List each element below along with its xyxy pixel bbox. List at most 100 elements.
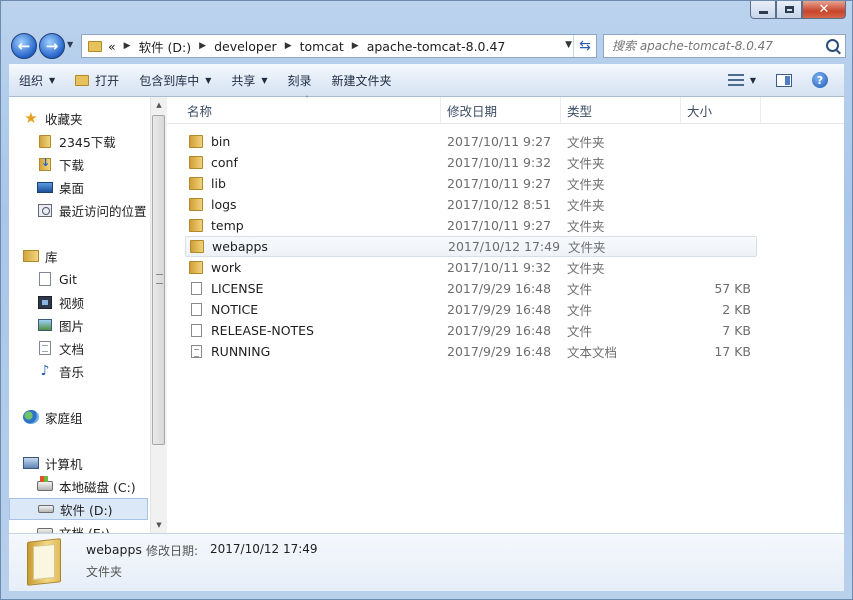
scroll-down-icon[interactable]: ▼ bbox=[151, 517, 167, 533]
new-folder-button[interactable]: 新建文件夹 bbox=[322, 68, 402, 92]
sidebar-item-git[interactable]: Git bbox=[37, 268, 149, 290]
minimize-button[interactable] bbox=[750, 1, 776, 19]
table-row[interactable]: work 2017/10/11 9:32 文件夹 bbox=[185, 257, 757, 278]
sidebar-item-pictures[interactable]: 图片 bbox=[37, 314, 149, 336]
sidebar-item-label: 库 bbox=[45, 249, 58, 265]
sidebar-item-libraries[interactable]: 库 bbox=[23, 245, 149, 267]
recent-pages-dropdown[interactable]: ▼ bbox=[67, 40, 73, 49]
sidebar-item-documents[interactable]: 文档 bbox=[37, 337, 149, 359]
table-row[interactable]: bin 2017/10/11 9:27 文件夹 bbox=[185, 131, 757, 152]
sidebar-item-downloads[interactable]: 下载 bbox=[37, 153, 149, 175]
file-name: webapps bbox=[212, 239, 268, 254]
burn-button[interactable]: 刻录 bbox=[278, 68, 322, 92]
scrollbar-thumb[interactable] bbox=[152, 115, 165, 445]
sidebar-item-favorites[interactable]: ★ 收藏夹 bbox=[23, 107, 149, 129]
sidebar-item-desktop[interactable]: 桌面 bbox=[37, 176, 149, 198]
share-button[interactable]: 共享 ▼ bbox=[221, 68, 277, 92]
preview-pane-icon bbox=[776, 73, 792, 87]
details-item-name: webapps bbox=[86, 542, 142, 557]
preview-pane-button[interactable] bbox=[766, 68, 802, 92]
sidebar-item-videos[interactable]: 视频 bbox=[37, 291, 149, 313]
sidebar-item-music[interactable]: ♪ 音乐 bbox=[37, 360, 149, 382]
folder-icon bbox=[189, 156, 203, 169]
file-modified: 2017/9/29 16:48 bbox=[447, 323, 552, 338]
music-icon: ♪ bbox=[40, 363, 50, 379]
picture-icon bbox=[37, 318, 53, 332]
computer-icon bbox=[23, 456, 39, 470]
table-row[interactable]: lib 2017/10/11 9:27 文件夹 bbox=[185, 173, 757, 194]
sidebar-item-label: 计算机 bbox=[45, 456, 83, 472]
close-button[interactable]: ✕ bbox=[802, 1, 846, 19]
breadcrumb-separator-icon[interactable]: ▶ bbox=[285, 41, 292, 51]
file-name: conf bbox=[211, 155, 238, 170]
include-in-library-button[interactable]: 包含到库中 ▼ bbox=[129, 68, 221, 92]
search-icon[interactable] bbox=[826, 39, 839, 52]
sidebar-item-drive-e[interactable]: 文档 (E:) bbox=[37, 521, 149, 533]
sidebar-item-2345-downloads[interactable]: 2345下载 bbox=[37, 130, 149, 152]
breadcrumb-separator-icon[interactable]: ▶ bbox=[199, 41, 206, 51]
search-box[interactable] bbox=[603, 34, 846, 58]
back-button[interactable]: ← bbox=[11, 33, 37, 59]
breadcrumb-separator-icon[interactable]: ▶ bbox=[352, 41, 359, 51]
open-folder-icon bbox=[75, 74, 90, 86]
organize-label: 组织 bbox=[19, 73, 44, 88]
sidebar-item-drive-c[interactable]: 本地磁盘 (C:) bbox=[37, 475, 149, 497]
address-dropdown-icon[interactable]: ▼ bbox=[565, 40, 572, 50]
forward-arrow-icon: → bbox=[45, 37, 59, 55]
organize-button[interactable]: 组织 ▼ bbox=[9, 68, 65, 92]
sidebar-item-label: 文档 bbox=[59, 341, 85, 357]
desktop-icon bbox=[37, 180, 53, 194]
breadcrumb-developer[interactable]: developer bbox=[214, 39, 277, 54]
column-header-label: 修改日期 bbox=[447, 103, 498, 119]
breadcrumb-tomcat[interactable]: tomcat bbox=[300, 39, 344, 54]
table-row[interactable]: temp 2017/10/11 9:27 文件夹 bbox=[185, 215, 757, 236]
column-header-modified[interactable]: 修改日期 bbox=[441, 97, 561, 123]
sidebar-item-label: Git bbox=[59, 271, 78, 287]
table-row[interactable]: LICENSE 2017/9/29 16:48 文件 57 KB bbox=[185, 278, 757, 299]
document-icon bbox=[37, 341, 53, 355]
open-button[interactable]: 打开 bbox=[65, 68, 129, 92]
breadcrumb-overflow[interactable]: « bbox=[108, 39, 116, 54]
column-header-type[interactable]: 类型 bbox=[561, 97, 681, 123]
file-name: LICENSE bbox=[211, 281, 264, 296]
file-type: 文件夹 bbox=[567, 198, 605, 213]
breadcrumb-current[interactable]: apache-tomcat-8.0.47 bbox=[367, 39, 506, 54]
folder-icon bbox=[88, 40, 102, 52]
change-view-button[interactable]: ▼ bbox=[718, 68, 766, 92]
column-header-name[interactable]: 名称 bbox=[181, 97, 441, 123]
breadcrumb-separator-icon[interactable]: ▶ bbox=[124, 41, 131, 51]
table-row[interactable]: conf 2017/10/11 9:32 文件夹 bbox=[185, 152, 757, 173]
main-content: ★ 收藏夹 2345下载 下载 桌面 最近访问的位置 库 Git 视频 图片 文档… bbox=[9, 95, 844, 533]
help-button[interactable]: ? bbox=[802, 68, 838, 92]
sidebar-item-recent-places[interactable]: 最近访问的位置 bbox=[37, 199, 149, 221]
refresh-icon: ⇆ bbox=[579, 38, 591, 54]
forward-button[interactable]: → bbox=[39, 33, 65, 59]
sidebar-item-computer[interactable]: 计算机 bbox=[23, 452, 149, 474]
refresh-button[interactable]: ⇆ bbox=[573, 35, 596, 57]
sidebar-item-homegroup[interactable]: 家庭组 bbox=[23, 406, 149, 428]
file-modified: 2017/9/29 16:48 bbox=[447, 281, 552, 296]
address-bar[interactable]: « ▶ 软件 (D:) ▶ developer ▶ tomcat ▶ apach… bbox=[81, 34, 597, 58]
recent-places-icon bbox=[37, 203, 53, 217]
file-type: 文件夹 bbox=[567, 135, 605, 150]
folder-icon bbox=[189, 261, 203, 274]
star-icon: ★ bbox=[24, 109, 38, 127]
sidebar-item-label: 桌面 bbox=[59, 180, 85, 196]
table-row[interactable]: NOTICE 2017/9/29 16:48 文件 2 KB bbox=[185, 299, 757, 320]
column-header-size[interactable]: 大小 bbox=[681, 97, 761, 123]
file-modified: 2017/10/12 17:49 bbox=[448, 239, 561, 254]
file-modified: 2017/10/11 9:32 bbox=[447, 260, 552, 275]
table-row[interactable]: RUNNING 2017/9/29 16:48 文本文档 17 KB bbox=[185, 341, 757, 362]
table-row[interactable]: webapps 2017/10/12 17:49 文件夹 bbox=[185, 236, 757, 257]
maximize-button[interactable] bbox=[776, 1, 802, 19]
file-name: NOTICE bbox=[211, 302, 259, 317]
file-size: 17 KB bbox=[714, 344, 751, 359]
table-row[interactable]: logs 2017/10/12 8:51 文件夹 bbox=[185, 194, 757, 215]
sidebar-item-label: 软件 (D:) bbox=[60, 502, 113, 518]
breadcrumb-drive[interactable]: 软件 (D:) bbox=[139, 37, 192, 56]
navigation-pane-scrollbar[interactable]: ▲ ▼ bbox=[150, 97, 167, 533]
scroll-up-icon[interactable]: ▲ bbox=[151, 97, 167, 113]
table-row[interactable]: RELEASE-NOTES 2017/9/29 16:48 文件 7 KB bbox=[185, 320, 757, 341]
sidebar-item-drive-d[interactable]: 软件 (D:) bbox=[9, 498, 148, 520]
search-input[interactable] bbox=[610, 38, 824, 54]
